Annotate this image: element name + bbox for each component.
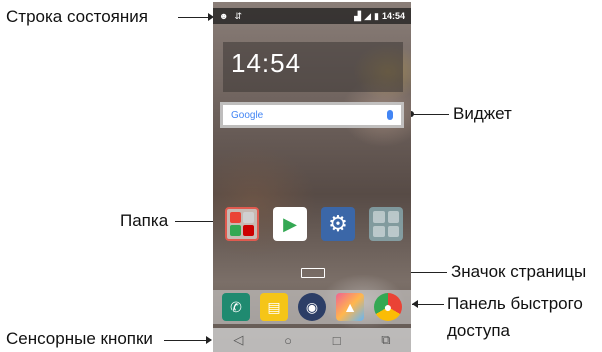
touch-buttons-leader (164, 340, 208, 341)
folder-callout: Папка (120, 211, 169, 230)
maps-mini-icon (230, 225, 241, 236)
google-search-widget[interactable]: Google (220, 102, 404, 128)
home-icon[interactable]: ○ (284, 333, 292, 348)
status-time: 14:54 (381, 11, 405, 21)
google-logo: Google (231, 109, 264, 121)
status-bar-callout: Строка состояния (6, 7, 148, 26)
chrome-icon[interactable]: ● (374, 293, 402, 321)
status-bar[interactable]: ☻ ⇵ ▟ ◢ ▮ 14:54 (213, 8, 411, 24)
status-bar-leader (178, 17, 212, 18)
usb-icon: ⇵ (234, 10, 243, 21)
wifi-icon: ◢ (364, 10, 372, 21)
play-store-icon[interactable]: ▶ (273, 207, 307, 241)
home-icons-row: ▶ ⚙ (225, 207, 403, 241)
page-indicator-callout: Значок страницы (451, 262, 587, 281)
quick-access-callout-line1: Панель быстрого (447, 294, 583, 313)
youtube-mini-icon (243, 225, 254, 236)
touch-buttons-arrow (206, 336, 212, 344)
tiles-app-icon[interactable] (369, 207, 403, 241)
gear-icon[interactable]: ⚙ (321, 207, 355, 241)
quick-access-arrow (412, 300, 418, 308)
gallery-icon[interactable]: ▲ (336, 293, 364, 321)
widget-callout: Виджет (453, 104, 512, 123)
mic-icon[interactable] (387, 110, 393, 120)
dual-window-icon[interactable]: ⧉ (381, 332, 390, 348)
quick-access-dock: ✆ ▤ ◉ ▲ ● (213, 290, 411, 324)
phone-icon[interactable]: ✆ (222, 293, 250, 321)
messages-icon[interactable]: ▤ (260, 293, 288, 321)
signal-icon: ▟ (354, 10, 362, 21)
folder-icon[interactable] (225, 207, 259, 241)
touch-buttons-callout: Сенсорные кнопки (6, 329, 153, 348)
battery-icon: ▮ (374, 10, 379, 21)
recent-apps-icon[interactable]: □ (333, 333, 341, 348)
notification-icon: ☻ (219, 11, 229, 21)
quick-access-callout-line2: доступа (447, 321, 511, 340)
touch-buttons-bar: ◁ ○ □ ⧉ (213, 328, 411, 352)
page-indicator[interactable] (301, 268, 325, 278)
camera-icon[interactable]: ◉ (298, 293, 326, 321)
clock-widget[interactable]: 14:54 (223, 42, 403, 92)
phone-screen: ☻ ⇵ ▟ ◢ ▮ 14:54 14:54 Google ▶ ⚙ ✆ ▤ ◉ ▲… (213, 2, 411, 352)
gmail-mini-icon-2 (243, 212, 254, 223)
gmail-mini-icon (230, 212, 241, 223)
widget-leader (413, 114, 449, 115)
back-icon[interactable]: ◁ (233, 332, 243, 348)
